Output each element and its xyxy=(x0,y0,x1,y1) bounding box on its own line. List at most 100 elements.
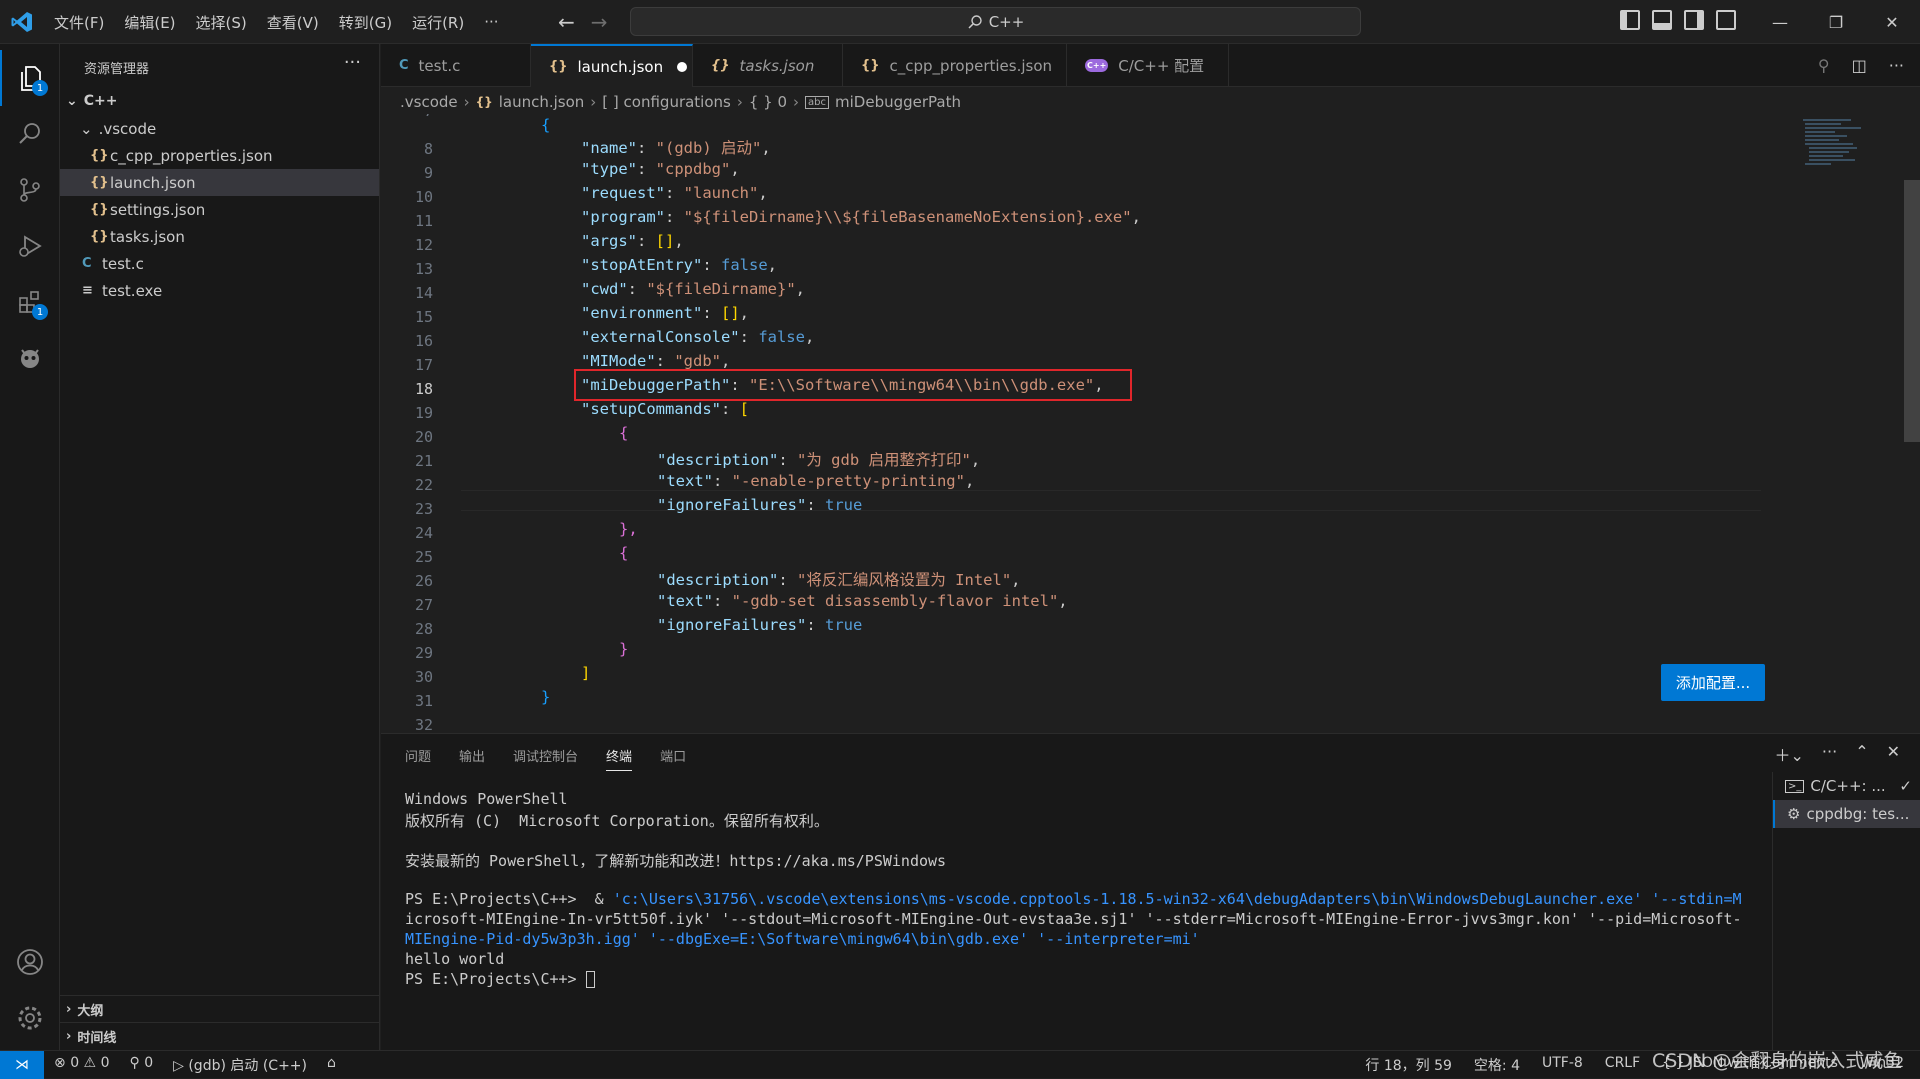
menu-edit[interactable]: 编辑(E) xyxy=(114,12,185,33)
chevron-right-icon: › xyxy=(590,93,597,111)
terminal-line: MIEngine-Pid-dy5w3p3h.igg' '--dbgExe=E:\… xyxy=(405,930,1200,948)
tree-file-test-c[interactable]: C test.c xyxy=(60,250,379,277)
run-debug-icon[interactable] xyxy=(0,218,60,274)
line-number: 25 xyxy=(414,548,433,566)
panel-tab-output[interactable]: 输出 xyxy=(459,746,485,771)
breadcrumb-folder[interactable]: .vscode xyxy=(400,93,458,111)
line-ending[interactable]: CRLF xyxy=(1605,1055,1640,1075)
tree-root-folder[interactable]: ⌄ C++ xyxy=(60,87,379,114)
debug-config-icon[interactable]: ⚲ xyxy=(1818,56,1830,75)
code-editor[interactable]: 7 8 9 10 11 12 13 14 15 16 17 18 19 20 21 22 23 24 25 26 27 2… xyxy=(381,114,1920,730)
line-number: 23 xyxy=(414,500,433,518)
tab-tasks-json[interactable]: {} tasks.json xyxy=(693,44,843,87)
minimize-icon[interactable]: — xyxy=(1752,0,1808,44)
json-file-icon: {} xyxy=(90,148,109,163)
tab-cpp-config[interactable]: C++ C/C++ 配置 xyxy=(1067,44,1229,87)
menu-bar: 文件(F) 编辑(E) 选择(S) 查看(V) 转到(G) 运行(R) ··· xyxy=(44,0,509,44)
menu-selection[interactable]: 选择(S) xyxy=(186,12,257,33)
tree-file-settings[interactable]: {} settings.json xyxy=(60,196,379,223)
tree-file-launch[interactable]: {} launch.json xyxy=(60,169,379,196)
minimap[interactable] xyxy=(1791,116,1871,186)
accounts-icon[interactable] xyxy=(0,934,60,990)
more-actions-icon[interactable]: ··· xyxy=(1822,742,1837,766)
maximize-panel-icon[interactable]: ⌃ xyxy=(1855,742,1868,766)
terminal-item[interactable]: >_ C/C++: ... ✓ xyxy=(1773,772,1920,800)
panel-tab-terminal[interactable]: 终端 xyxy=(606,746,633,771)
timeline-section[interactable]: › 时间线 xyxy=(60,1022,379,1049)
toggle-secondary-sidebar-icon[interactable] xyxy=(1684,10,1704,30)
menu-run[interactable]: 运行(R) xyxy=(402,12,474,33)
tree-folder-vscode[interactable]: ⌄ .vscode xyxy=(60,115,379,142)
vscode-logo-icon xyxy=(11,12,32,32)
add-configuration-button[interactable]: 添加配置... xyxy=(1661,664,1765,701)
line-number: 27 xyxy=(414,596,433,614)
layout-controls xyxy=(1620,10,1736,30)
extensions-badge: 1 xyxy=(32,304,48,320)
copilot-icon[interactable] xyxy=(0,330,60,386)
tree-file-c-cpp-properties[interactable]: {} c_cpp_properties.json xyxy=(60,142,379,169)
indentation[interactable]: 空格: 4 xyxy=(1474,1055,1520,1075)
tab-c-cpp-properties[interactable]: {} c_cpp_properties.json xyxy=(843,44,1067,87)
home-icon[interactable]: ⌂ xyxy=(327,1055,336,1075)
json-file-icon: {} xyxy=(90,202,109,217)
forward-arrow-icon[interactable]: → xyxy=(591,10,608,34)
menu-go[interactable]: 转到(G) xyxy=(329,12,402,33)
code-line-29: } xyxy=(619,640,629,658)
title-bar: 文件(F) 编辑(E) 选择(S) 查看(V) 转到(G) 运行(R) ··· … xyxy=(0,0,1920,44)
activity-bar: 1 1 xyxy=(0,44,60,1050)
panel-tab-debug-console[interactable]: 调试控制台 xyxy=(513,746,578,771)
menu-more[interactable]: ··· xyxy=(474,13,508,31)
tab-test-c[interactable]: C test.c xyxy=(381,44,531,87)
code-line-7: { xyxy=(541,116,551,134)
command-center-search[interactable]: C++ xyxy=(630,7,1361,36)
editor-tabs: C test.c {} launch.json {} tasks.json {}… xyxy=(381,44,1920,87)
split-editor-icon[interactable]: ◫ xyxy=(1852,56,1867,75)
back-arrow-icon[interactable]: ← xyxy=(558,10,575,34)
outline-section[interactable]: › 大纲 xyxy=(60,995,379,1022)
settings-gear-icon[interactable] xyxy=(0,990,60,1046)
toggle-sidebar-icon[interactable] xyxy=(1620,10,1640,30)
code-line-27: "text": "-gdb-set disassembly-flavor int… xyxy=(657,592,1068,610)
extensions-icon[interactable]: 1 xyxy=(0,274,60,330)
restore-icon[interactable]: ❐ xyxy=(1808,0,1864,44)
breadcrumb-key[interactable]: miDebuggerPath xyxy=(835,93,961,111)
terminal-item[interactable]: ⚙ cppdbg: tes... xyxy=(1773,800,1920,828)
cursor-position[interactable]: 行 18，列 59 xyxy=(1365,1055,1452,1075)
source-control-icon[interactable] xyxy=(0,162,60,218)
encoding[interactable]: UTF-8 xyxy=(1542,1055,1583,1075)
close-panel-icon[interactable]: ✕ xyxy=(1887,742,1900,766)
close-icon[interactable]: ✕ xyxy=(1864,0,1920,44)
editor-scrollbar[interactable] xyxy=(1904,180,1920,442)
more-actions-icon[interactable]: ··· xyxy=(1889,56,1904,75)
new-terminal-icon[interactable]: ＋⌄ xyxy=(1775,742,1804,766)
terminal-cursor xyxy=(585,971,595,988)
remote-indicator-icon[interactable]: ⋊ xyxy=(0,1050,44,1079)
problems-status[interactable]: ⊗ 0 ⚠ 0 xyxy=(54,1055,109,1075)
toggle-panel-icon[interactable] xyxy=(1652,10,1672,30)
ports-status[interactable]: ⚲ 0 xyxy=(129,1055,153,1075)
menu-view[interactable]: 查看(V) xyxy=(257,12,329,33)
line-number: 8 xyxy=(423,140,433,158)
explorer-icon[interactable]: 1 xyxy=(0,50,60,106)
search-icon[interactable] xyxy=(0,106,60,162)
tree-file-test-exe[interactable]: ≡ test.exe xyxy=(60,277,379,304)
breadcrumb-index[interactable]: { } 0 xyxy=(749,93,787,111)
panel-tab-problems[interactable]: 问题 xyxy=(405,746,431,771)
breadcrumb-configurations[interactable]: [ ] configurations xyxy=(602,93,731,111)
unsaved-dot-icon[interactable] xyxy=(677,61,688,72)
tab-launch-json[interactable]: {} launch.json xyxy=(531,44,693,87)
menu-file[interactable]: 文件(F) xyxy=(44,12,114,33)
sidebar-more-button[interactable]: ··· xyxy=(344,52,361,73)
panel-tab-ports[interactable]: 端口 xyxy=(660,746,686,771)
debug-launch-status[interactable]: ▷ (gdb) 启动 (C++) xyxy=(173,1055,307,1075)
tab-label: tasks.json xyxy=(739,56,815,75)
breadcrumb-file[interactable]: launch.json xyxy=(499,93,585,111)
line-number: 19 xyxy=(414,404,433,422)
terminal-prompt[interactable]: PS E:\Projects\C++> xyxy=(405,970,595,988)
tree-file-tasks[interactable]: {} tasks.json xyxy=(60,223,379,250)
exe-file-icon: ≡ xyxy=(82,283,93,298)
tab-actions: ⚲ ◫ ··· xyxy=(1818,56,1904,75)
customize-layout-icon[interactable] xyxy=(1716,10,1736,30)
terminal-line: Windows PowerShell xyxy=(405,790,568,808)
chevron-down-icon: ⌄ xyxy=(66,92,78,109)
